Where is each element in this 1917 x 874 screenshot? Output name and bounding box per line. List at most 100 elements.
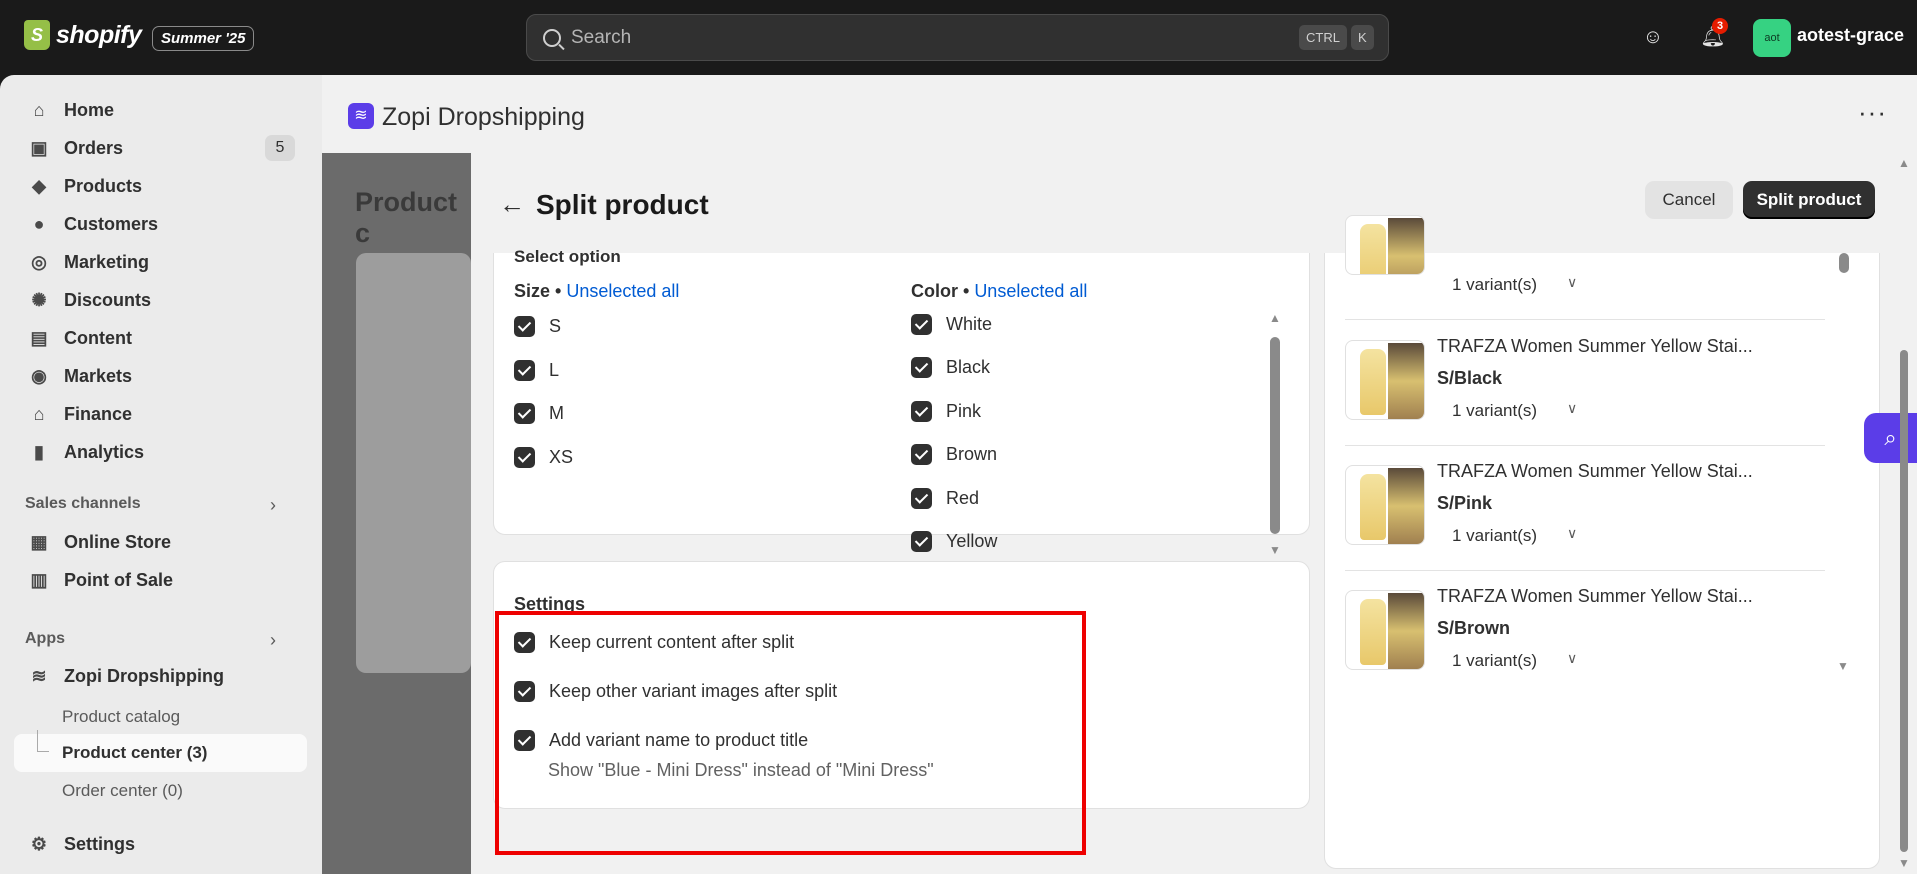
tree-connector bbox=[37, 730, 49, 752]
color-option-white[interactable]: White bbox=[911, 314, 992, 335]
chevron-down-icon[interactable]: ∨ bbox=[1567, 400, 1577, 417]
sidekick-icon[interactable]: ☺ bbox=[1638, 22, 1668, 52]
store-username[interactable]: aotest-grace bbox=[1797, 25, 1904, 46]
sidebar-item-marketing[interactable]: ◎ Marketing bbox=[14, 243, 307, 281]
top-bar: shopify Summer '25 Search CTRL K ☺ 🔔︎ 3 … bbox=[0, 0, 1917, 75]
sidebar-item-analytics[interactable]: ▮ Analytics bbox=[14, 433, 307, 471]
color-option-black[interactable]: Black bbox=[911, 357, 990, 378]
sidebar-subitem-product-catalog[interactable]: Product catalog bbox=[62, 707, 180, 727]
checkbox-checked[interactable] bbox=[514, 360, 535, 381]
list-item[interactable]: TRAFZA Women Summer Yellow Stai... S/Pin… bbox=[1345, 445, 1825, 571]
sidebar-item-zopi[interactable]: ≋ Zopi Dropshipping bbox=[14, 657, 307, 695]
sidebar-item-label: Discounts bbox=[64, 289, 152, 310]
chevron-right-icon[interactable]: › bbox=[270, 495, 276, 516]
pos-icon: ▥ bbox=[30, 569, 48, 590]
size-label: Size bbox=[514, 281, 551, 301]
sidebar-item-settings[interactable]: ⚙ Settings bbox=[14, 825, 307, 863]
checkbox-checked[interactable] bbox=[514, 316, 535, 337]
split-product-button[interactable]: Split product bbox=[1743, 181, 1875, 219]
search-bar[interactable]: Search CTRL K bbox=[526, 14, 1389, 61]
dress-image bbox=[1360, 474, 1386, 540]
sidebar-item-label: Marketing bbox=[64, 251, 150, 272]
edition-badge[interactable]: Summer '25 bbox=[152, 26, 255, 51]
cancel-button[interactable]: Cancel bbox=[1645, 181, 1733, 219]
sidebar-item-label: Customers bbox=[64, 213, 159, 234]
checkbox-checked[interactable] bbox=[514, 403, 535, 424]
checkbox-checked[interactable] bbox=[911, 531, 932, 552]
checkbox-checked[interactable] bbox=[911, 314, 932, 335]
checkbox-checked[interactable] bbox=[911, 444, 932, 465]
highlight-box bbox=[495, 611, 1086, 855]
size-option-s[interactable]: S bbox=[514, 316, 561, 337]
product-thumbnail bbox=[1345, 215, 1425, 275]
sidebar-item-label: Online Store bbox=[64, 531, 172, 552]
sidebar-item-customers[interactable]: ● Customers bbox=[14, 205, 307, 243]
notification-count-badge: 3 bbox=[1712, 18, 1728, 34]
color-option-pink[interactable]: Pink bbox=[911, 401, 981, 422]
sidebar-subitem-order-center[interactable]: Order center (0) bbox=[62, 781, 183, 801]
checkbox-checked[interactable] bbox=[911, 357, 932, 378]
back-arrow-icon[interactable]: ← bbox=[499, 189, 525, 220]
zopi-app-icon: ≋ bbox=[31, 665, 47, 686]
background-page-title: Product c bbox=[355, 187, 458, 248]
size-heading: Size • Unselected all bbox=[514, 281, 680, 301]
chevron-right-icon[interactable]: › bbox=[270, 630, 276, 651]
background-dimmed-page: Product c bbox=[322, 153, 471, 874]
sidebar-item-discounts[interactable]: ✺ Discounts bbox=[14, 281, 307, 319]
sidebar-item-markets[interactable]: ◉ Markets bbox=[14, 357, 307, 395]
person-icon: ● bbox=[33, 213, 45, 234]
avatar[interactable]: aot bbox=[1753, 19, 1791, 57]
list-item[interactable]: TRAFZA Women Summer Yellow Stai... S/Bla… bbox=[1345, 320, 1825, 446]
chevron-down-icon[interactable]: ∨ bbox=[1567, 525, 1577, 542]
photo-image bbox=[1388, 218, 1424, 274]
checkbox-checked[interactable] bbox=[911, 488, 932, 509]
size-option-m[interactable]: M bbox=[514, 403, 564, 424]
list-scrollbar[interactable] bbox=[1839, 253, 1849, 273]
options-scrollbar[interactable] bbox=[1270, 337, 1280, 534]
floating-assistant-button[interactable]: ⌕ bbox=[1864, 413, 1917, 463]
color-option-yellow[interactable]: Yellow bbox=[911, 531, 997, 552]
page-scroll-up-icon[interactable]: ▲ bbox=[1898, 156, 1910, 170]
image-icon: ▤ bbox=[30, 327, 48, 348]
color-option-brown[interactable]: Brown bbox=[911, 444, 997, 465]
scroll-down-arrow-icon[interactable]: ▼ bbox=[1269, 543, 1281, 557]
chevron-down-icon[interactable]: ∨ bbox=[1567, 650, 1577, 667]
sidebar-item-home[interactable]: ⌂ Home bbox=[14, 91, 307, 129]
list-item[interactable]: 1 variant(s) ∨ bbox=[1345, 215, 1825, 320]
option-label: Pink bbox=[946, 401, 982, 421]
home-icon: ⌂ bbox=[33, 99, 45, 120]
variant-count: 1 variant(s) bbox=[1452, 526, 1538, 545]
page-scroll-down-icon[interactable]: ▼ bbox=[1898, 856, 1910, 870]
color-option-red[interactable]: Red bbox=[911, 488, 979, 509]
list-item[interactable]: TRAFZA Women Summer Yellow Stai... S/Bro… bbox=[1345, 570, 1825, 680]
scroll-down-arrow-icon[interactable]: ▼ bbox=[1837, 659, 1849, 673]
size-option-xs[interactable]: XS bbox=[514, 447, 573, 468]
checkbox-checked[interactable] bbox=[514, 447, 535, 468]
color-unselect-all-link[interactable]: Unselected all bbox=[974, 281, 1087, 301]
product-name: TRAFZA Women Summer Yellow Stai... bbox=[1437, 461, 1753, 481]
sidebar-item-products[interactable]: ◆ Products bbox=[14, 167, 307, 205]
scroll-up-arrow-icon[interactable]: ▲ bbox=[1269, 311, 1281, 325]
shopify-logo[interactable]: shopify bbox=[24, 20, 142, 50]
sidebar-item-online-store[interactable]: ▦ Online Store bbox=[14, 523, 307, 561]
option-label: S bbox=[549, 316, 562, 336]
sidebar-subitem-product-center[interactable]: Product center (3) bbox=[62, 743, 207, 763]
bank-icon: ⌂ bbox=[33, 403, 45, 424]
sidebar-item-label: Orders bbox=[64, 137, 124, 158]
sidebar-item-finance[interactable]: ⌂ Finance bbox=[14, 395, 307, 433]
chevron-down-icon[interactable]: ∨ bbox=[1567, 274, 1577, 291]
checkbox-checked[interactable] bbox=[911, 401, 932, 422]
chart-icon: ▮ bbox=[34, 441, 44, 462]
option-label: Black bbox=[946, 357, 991, 377]
target-icon: ◎ bbox=[31, 251, 47, 272]
more-options-icon[interactable]: ··· bbox=[1858, 97, 1887, 128]
size-option-l[interactable]: L bbox=[514, 360, 559, 381]
store-icon: ▦ bbox=[30, 531, 48, 552]
variant-name: S/Brown bbox=[1437, 618, 1511, 638]
sidebar-item-point-of-sale[interactable]: ▥ Point of Sale bbox=[14, 561, 307, 599]
orders-count-badge: 5 bbox=[265, 135, 295, 161]
size-unselect-all-link[interactable]: Unselected all bbox=[566, 281, 679, 301]
page-scrollbar[interactable] bbox=[1900, 350, 1908, 852]
sidebar-item-content[interactable]: ▤ Content bbox=[14, 319, 307, 357]
sidebar-item-orders[interactable]: ▣ Orders 5 bbox=[14, 129, 307, 167]
